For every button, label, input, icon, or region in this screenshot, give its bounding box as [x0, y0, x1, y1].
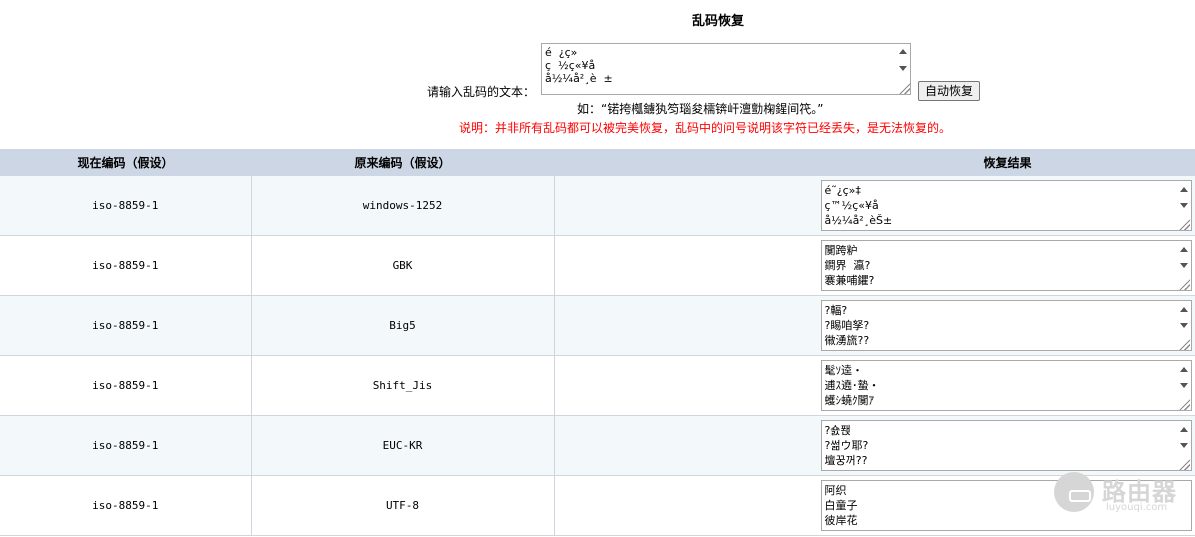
scroll-up-icon[interactable] — [899, 49, 907, 54]
cell-current-encoding: iso-8859-1 — [0, 475, 252, 536]
result-textarea[interactable]: ?輻? ?睗咱孥? 幑湧旒?? — [820, 300, 1192, 351]
resize-grip-icon[interactable] — [898, 82, 910, 94]
result-text: é˜¿ç»‡ ç™½ç«¥å å½¼å²¸èŠ± — [824, 184, 893, 227]
table-row: iso-8859-1 Big5 ?輻? ?睗咱孥? 幑湧旒?? — [0, 295, 1195, 356]
resize-grip-icon[interactable] — [1177, 338, 1190, 350]
cell-result: 闃跨粐 鐧界 瀛? 褰兼哺鑺? — [554, 235, 1195, 296]
cell-current-encoding: iso-8859-1 — [0, 235, 252, 296]
cell-original-encoding: GBK — [251, 235, 555, 296]
results-table: 现在编码（假设） 原来编码（假设） 恢复结果 iso-8859-1 window… — [0, 149, 1195, 536]
page-title: 乱码恢复 — [691, 14, 744, 29]
table-row: iso-8859-1 Shift_Jis 髦ｿ逵・ 逋ｽ遶･蟄・ 蠖ｼ蟯ｸ闃ｱ — [0, 355, 1195, 416]
table-header-row: 现在编码（假设） 原来编码（假设） 恢复结果 — [0, 149, 1195, 176]
header-original-encoding: 原来编码（假设） — [251, 149, 554, 176]
result-textarea[interactable]: ?숈퐩 ?썲ウ耶? 壇꿍꺼?? — [820, 420, 1192, 471]
table-row: iso-8859-1 GBK 闃跨粐 鐧界 瀛? 褰兼哺鑺? — [0, 235, 1195, 296]
scroll-down-icon[interactable] — [1179, 203, 1188, 208]
scroll-down-icon[interactable] — [899, 66, 907, 71]
result-text: 髦ｿ逵・ 逋ｽ遶･蟄・ 蠖ｼ蟯ｸ闃ｱ — [824, 364, 880, 407]
result-textarea[interactable]: 髦ｿ逵・ 逋ｽ遶･蟄・ 蠖ｼ蟯ｸ闃ｱ — [820, 360, 1192, 411]
resize-grip-icon[interactable] — [1177, 278, 1190, 290]
resize-grip-icon[interactable] — [1177, 398, 1190, 410]
garbled-text-input[interactable]: é ¿ç» ç ½ç«¥å å½¼å²¸è ± — [541, 43, 911, 95]
table-row: iso-8859-1 windows-1252 é˜¿ç»‡ ç™½ç«¥å å… — [0, 176, 1195, 236]
result-textarea[interactable]: é˜¿ç»‡ ç™½ç«¥å å½¼å²¸èŠ± — [820, 180, 1192, 231]
scroll-up-icon[interactable] — [1179, 427, 1188, 432]
auto-recover-button[interactable]: 自动恢复 — [918, 81, 981, 101]
scroll-up-icon[interactable] — [1179, 187, 1188, 192]
cell-current-encoding: iso-8859-1 — [0, 355, 252, 416]
table-row: iso-8859-1 EUC-KR ?숈퐩 ?썲ウ耶? 壇꿍꺼?? — [0, 415, 1195, 476]
scroll-up-icon[interactable] — [1179, 367, 1188, 372]
cell-original-encoding: UTF-8 — [251, 475, 555, 536]
scroll-down-icon[interactable] — [1179, 323, 1188, 328]
watermark-url: luyouqi.com — [1106, 502, 1168, 513]
result-textarea[interactable]: 闃跨粐 鐧界 瀛? 褰兼哺鑺? — [820, 240, 1192, 291]
result-text: 闃跨粐 鐧界 瀛? 褰兼哺鑺? — [824, 244, 875, 287]
input-label: 请输入乱码的文本： — [427, 85, 536, 99]
scroll-down-icon[interactable] — [1179, 263, 1188, 268]
cell-original-encoding: windows-1252 — [251, 176, 555, 236]
router-logo-icon — [1054, 472, 1094, 512]
cell-result: é˜¿ç»‡ ç™½ç«¥å å½¼å²¸èŠ± — [554, 176, 1195, 236]
scroll-up-icon[interactable] — [1179, 247, 1188, 252]
scroll-down-icon[interactable] — [1179, 443, 1188, 448]
cell-result: ?輻? ?睗咱孥? 幑湧旒?? — [554, 295, 1195, 356]
header-current-encoding: 现在编码（假设） — [0, 149, 251, 176]
scroll-down-icon[interactable] — [1179, 383, 1188, 388]
example-text: 如：“锘挎槬鐪犱笉瑙夋檽锛屽澶勯椈鍟间笩。” — [577, 102, 824, 116]
header-spacer — [554, 149, 820, 176]
table-row: iso-8859-1 UTF-8 阿织 白童子 彼岸花 — [0, 475, 1195, 536]
cell-current-encoding: iso-8859-1 — [0, 295, 252, 356]
cell-current-encoding: iso-8859-1 — [0, 415, 252, 476]
note-text: 说明：并非所有乱码都可以被完美恢复，乱码中的问号说明该字符已经丢失，是无法恢复的… — [459, 121, 952, 135]
cell-original-encoding: Big5 — [251, 295, 555, 356]
cell-result: ?숈퐩 ?썲ウ耶? 壇꿍꺼?? — [554, 415, 1195, 476]
cell-current-encoding: iso-8859-1 — [0, 176, 252, 236]
header-result: 恢复结果 — [820, 149, 1195, 176]
cell-original-encoding: Shift_Jis — [251, 355, 555, 416]
result-text: ?輻? ?睗咱孥? 幑湧旒?? — [824, 304, 870, 347]
watermark-logo: 路由器 luyouqi.com — [1048, 468, 1188, 518]
cell-result: 髦ｿ逵・ 逋ｽ遶･蟄・ 蠖ｼ蟯ｸ闃ｱ — [554, 355, 1195, 416]
scroll-up-icon[interactable] — [1179, 307, 1188, 312]
result-text: ?숈퐩 ?썲ウ耶? 壇꿍꺼?? — [824, 424, 869, 467]
resize-grip-icon[interactable] — [1177, 218, 1190, 230]
cell-original-encoding: EUC-KR — [251, 415, 555, 476]
